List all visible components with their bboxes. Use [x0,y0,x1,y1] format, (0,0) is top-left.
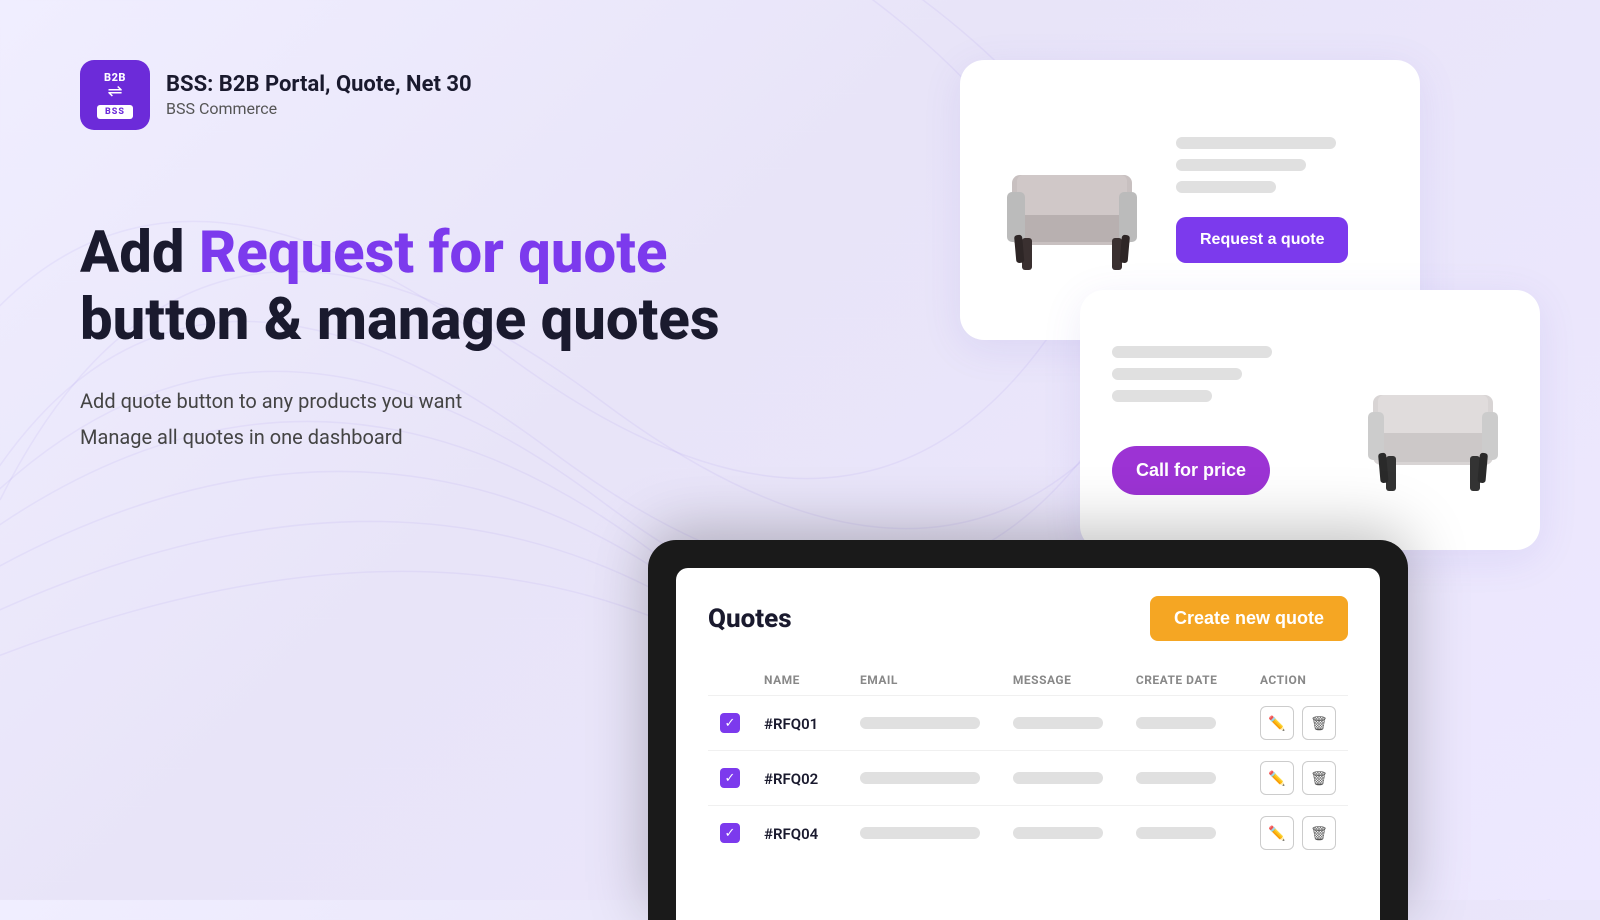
delete-button-2[interactable]: 🗑 [1302,816,1336,850]
chair-illustration-2 [1358,340,1508,500]
logo-bss-text: BSS [97,105,133,119]
card-request-content: Request a quote [1176,137,1388,263]
logo-arrows-icon: ⇌ [107,83,122,101]
table-row: ✓ #RFQ04 ✏️ 🗑 [708,806,1348,861]
hero-section: Add Request for quote button & manage qu… [80,220,720,461]
hero-point-1: Add quote button to any products you wan… [80,389,720,413]
card-call-price: Call for price [1080,290,1540,550]
app-header: B2B ⇌ BSS BSS: B2B Portal, Quote, Net 30… [80,60,472,130]
hero-subtext: Add quote button to any products you wan… [80,389,720,449]
date-placeholder-2 [1136,827,1216,839]
card-text-lines [1176,137,1388,193]
create-new-quote-button[interactable]: Create new quote [1150,596,1348,641]
col-header-date: CREATE DATE [1124,665,1248,696]
hero-line1-highlight: Request for quote [199,219,668,287]
delete-button-0[interactable]: 🗑 [1302,706,1336,740]
rfq-id-0: #RFQ01 [764,715,818,733]
email-placeholder-2 [860,827,980,839]
edit-button-0[interactable]: ✏️ [1260,706,1294,740]
hero-line2: button & manage quotes [80,286,720,354]
message-placeholder-0 [1013,717,1103,729]
hero-line1-plain: Add [80,219,199,287]
table-row: ✓ #RFQ01 ✏️ 🗑 [708,696,1348,751]
app-subtitle: BSS Commerce [166,99,472,118]
action-buttons-0: ✏️ 🗑 [1260,706,1336,740]
edit-button-1[interactable]: ✏️ [1260,761,1294,795]
row-checkbox-1[interactable]: ✓ [720,768,740,788]
message-placeholder-2 [1013,827,1103,839]
message-placeholder-1 [1013,772,1103,784]
edit-button-2[interactable]: ✏️ [1260,816,1294,850]
quotes-header: Quotes Create new quote [708,596,1348,641]
rfq-id-2: #RFQ04 [764,825,818,843]
email-placeholder-1 [860,772,980,784]
date-placeholder-1 [1136,772,1216,784]
app-logo: B2B ⇌ BSS [80,60,150,130]
action-buttons-2: ✏️ 🗑 [1260,816,1336,850]
text-line-3 [1176,181,1276,193]
col-header-message: MESSAGE [1001,665,1124,696]
table-header-row: NAME EMAIL MESSAGE CREATE DATE ACTION [708,665,1348,696]
row-checkbox-2[interactable]: ✓ [720,823,740,843]
col-header-name: NAME [752,665,848,696]
app-title: BSS: B2B Portal, Quote, Net 30 [166,72,472,97]
date-placeholder-0 [1136,717,1216,729]
col-header-action: ACTION [1248,665,1348,696]
rfq-id-1: #RFQ02 [764,770,818,788]
text-line-2 [1176,159,1306,171]
row-checkbox-0[interactable]: ✓ [720,713,740,733]
request-quote-button[interactable]: Request a quote [1176,217,1348,263]
app-title-group: BSS: B2B Portal, Quote, Net 30 BSS Comme… [166,72,472,118]
delete-button-1[interactable]: 🗑 [1302,761,1336,795]
col-header-check [708,665,752,696]
chair-illustration-1 [992,120,1152,280]
card-call-content: Call for price [1112,346,1334,495]
quotes-title: Quotes [708,604,792,634]
dashboard-panel: Quotes Create new quote NAME EMAIL MESSA… [676,568,1380,920]
tablet-mockup: Quotes Create new quote NAME EMAIL MESSA… [648,540,1408,920]
hero-point-2: Manage all quotes in one dashboard [80,425,720,449]
quotes-table: NAME EMAIL MESSAGE CREATE DATE ACTION ✓ … [708,665,1348,860]
email-placeholder-0 [860,717,980,729]
text-line-b [1112,368,1242,380]
text-line-c [1112,390,1212,402]
text-line-a [1112,346,1272,358]
card-call-text-lines [1112,346,1334,402]
action-buttons-1: ✏️ 🗑 [1260,761,1336,795]
call-for-price-button[interactable]: Call for price [1112,446,1270,495]
hero-heading: Add Request for quote button & manage qu… [80,220,720,353]
table-row: ✓ #RFQ02 ✏️ 🗑 [708,751,1348,806]
col-header-email: EMAIL [848,665,1001,696]
text-line-1 [1176,137,1336,149]
